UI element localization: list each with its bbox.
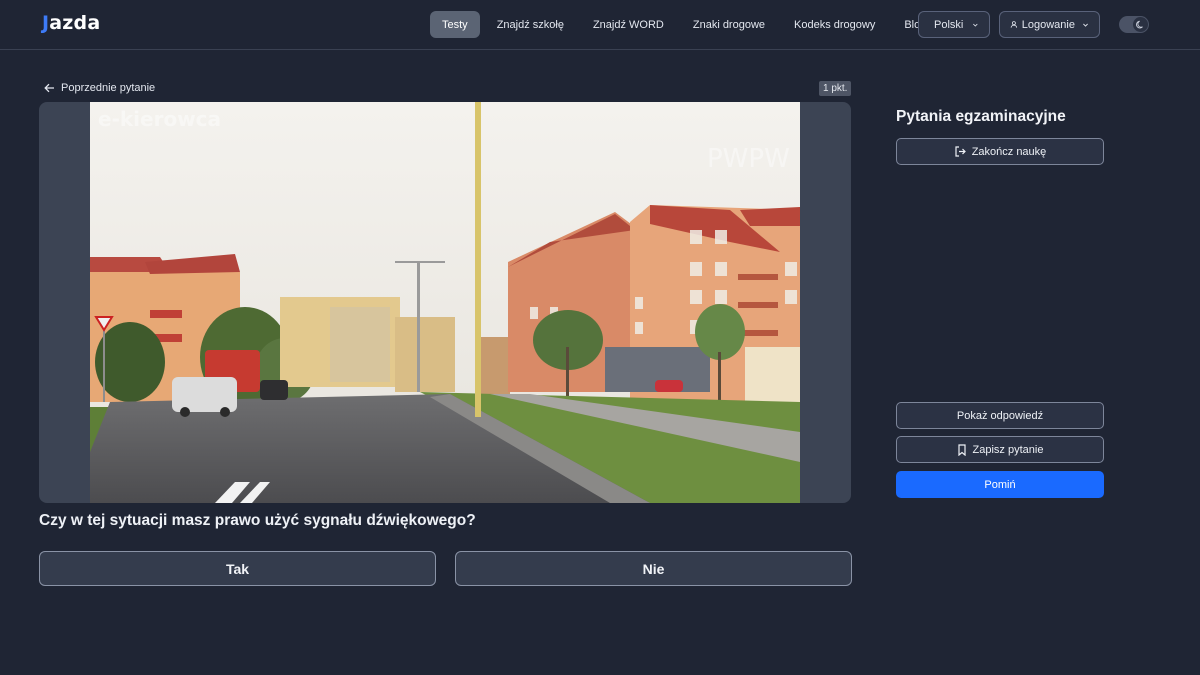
nav-item-kodeks-drogowy[interactable]: Kodeks drogowy [782,11,887,38]
main-nav: Testy Znajdź szkołę Znajdź WORD Znaki dr… [430,11,943,38]
logo-text: azda [49,12,101,34]
exit-icon [955,146,966,157]
language-select[interactable]: Polski [918,11,990,38]
user-icon [1010,21,1018,28]
sidebar-title: Pytania egzaminacyjne [896,108,1066,125]
watermark-pwpw: PWPW [707,144,790,174]
question-text: Czy w tej sytuacji masz prawo użyć sygna… [39,512,476,529]
end-learning-label: Zakończ naukę [971,145,1047,158]
login-menu[interactable]: Logowanie [999,11,1100,38]
previous-question-link[interactable]: Poprzednie pytanie [44,80,155,96]
skip-button[interactable]: Pomiń [896,471,1104,498]
bookmark-icon [957,443,966,456]
chevron-down-icon [1083,23,1088,27]
nav-item-znajdz-word[interactable]: Znajdź WORD [581,11,676,38]
login-label: Logowanie [1021,18,1075,31]
answer-no-button[interactable]: Nie [455,551,852,586]
theme-toggle-knob [1133,17,1148,32]
top-navbar: Jazda Testy Znajdź szkołę Znajdź WORD Zn… [0,0,1200,50]
language-label: Polski [934,18,964,31]
end-learning-button[interactable]: Zakończ naukę [896,138,1104,165]
question-image: e-kierowca PWPW [90,102,800,503]
save-question-button[interactable]: Zapisz pytanie [896,436,1104,463]
show-answer-button[interactable]: Pokaż odpowiedź [896,402,1104,429]
points-badge: 1 pkt. [819,81,852,96]
nav-item-testy[interactable]: Testy [430,11,480,38]
watermark-e-kierowca: e-kierowca [98,107,221,131]
nav-item-znaki-drogowe[interactable]: Znaki drogowe [681,11,777,38]
answer-yes-button[interactable]: Tak [39,551,436,586]
save-question-label: Zapisz pytanie [972,443,1044,456]
question-media: e-kierowca PWPW [39,102,851,503]
nav-item-znajdz-szkole[interactable]: Znajdź szkołę [485,11,576,38]
previous-question-label: Poprzednie pytanie [61,82,156,94]
logo[interactable]: Jazda [42,12,100,34]
moon-icon [1136,20,1143,29]
arrow-left-icon [44,83,54,93]
theme-toggle[interactable] [1119,16,1149,33]
chevron-down-icon [973,23,978,27]
